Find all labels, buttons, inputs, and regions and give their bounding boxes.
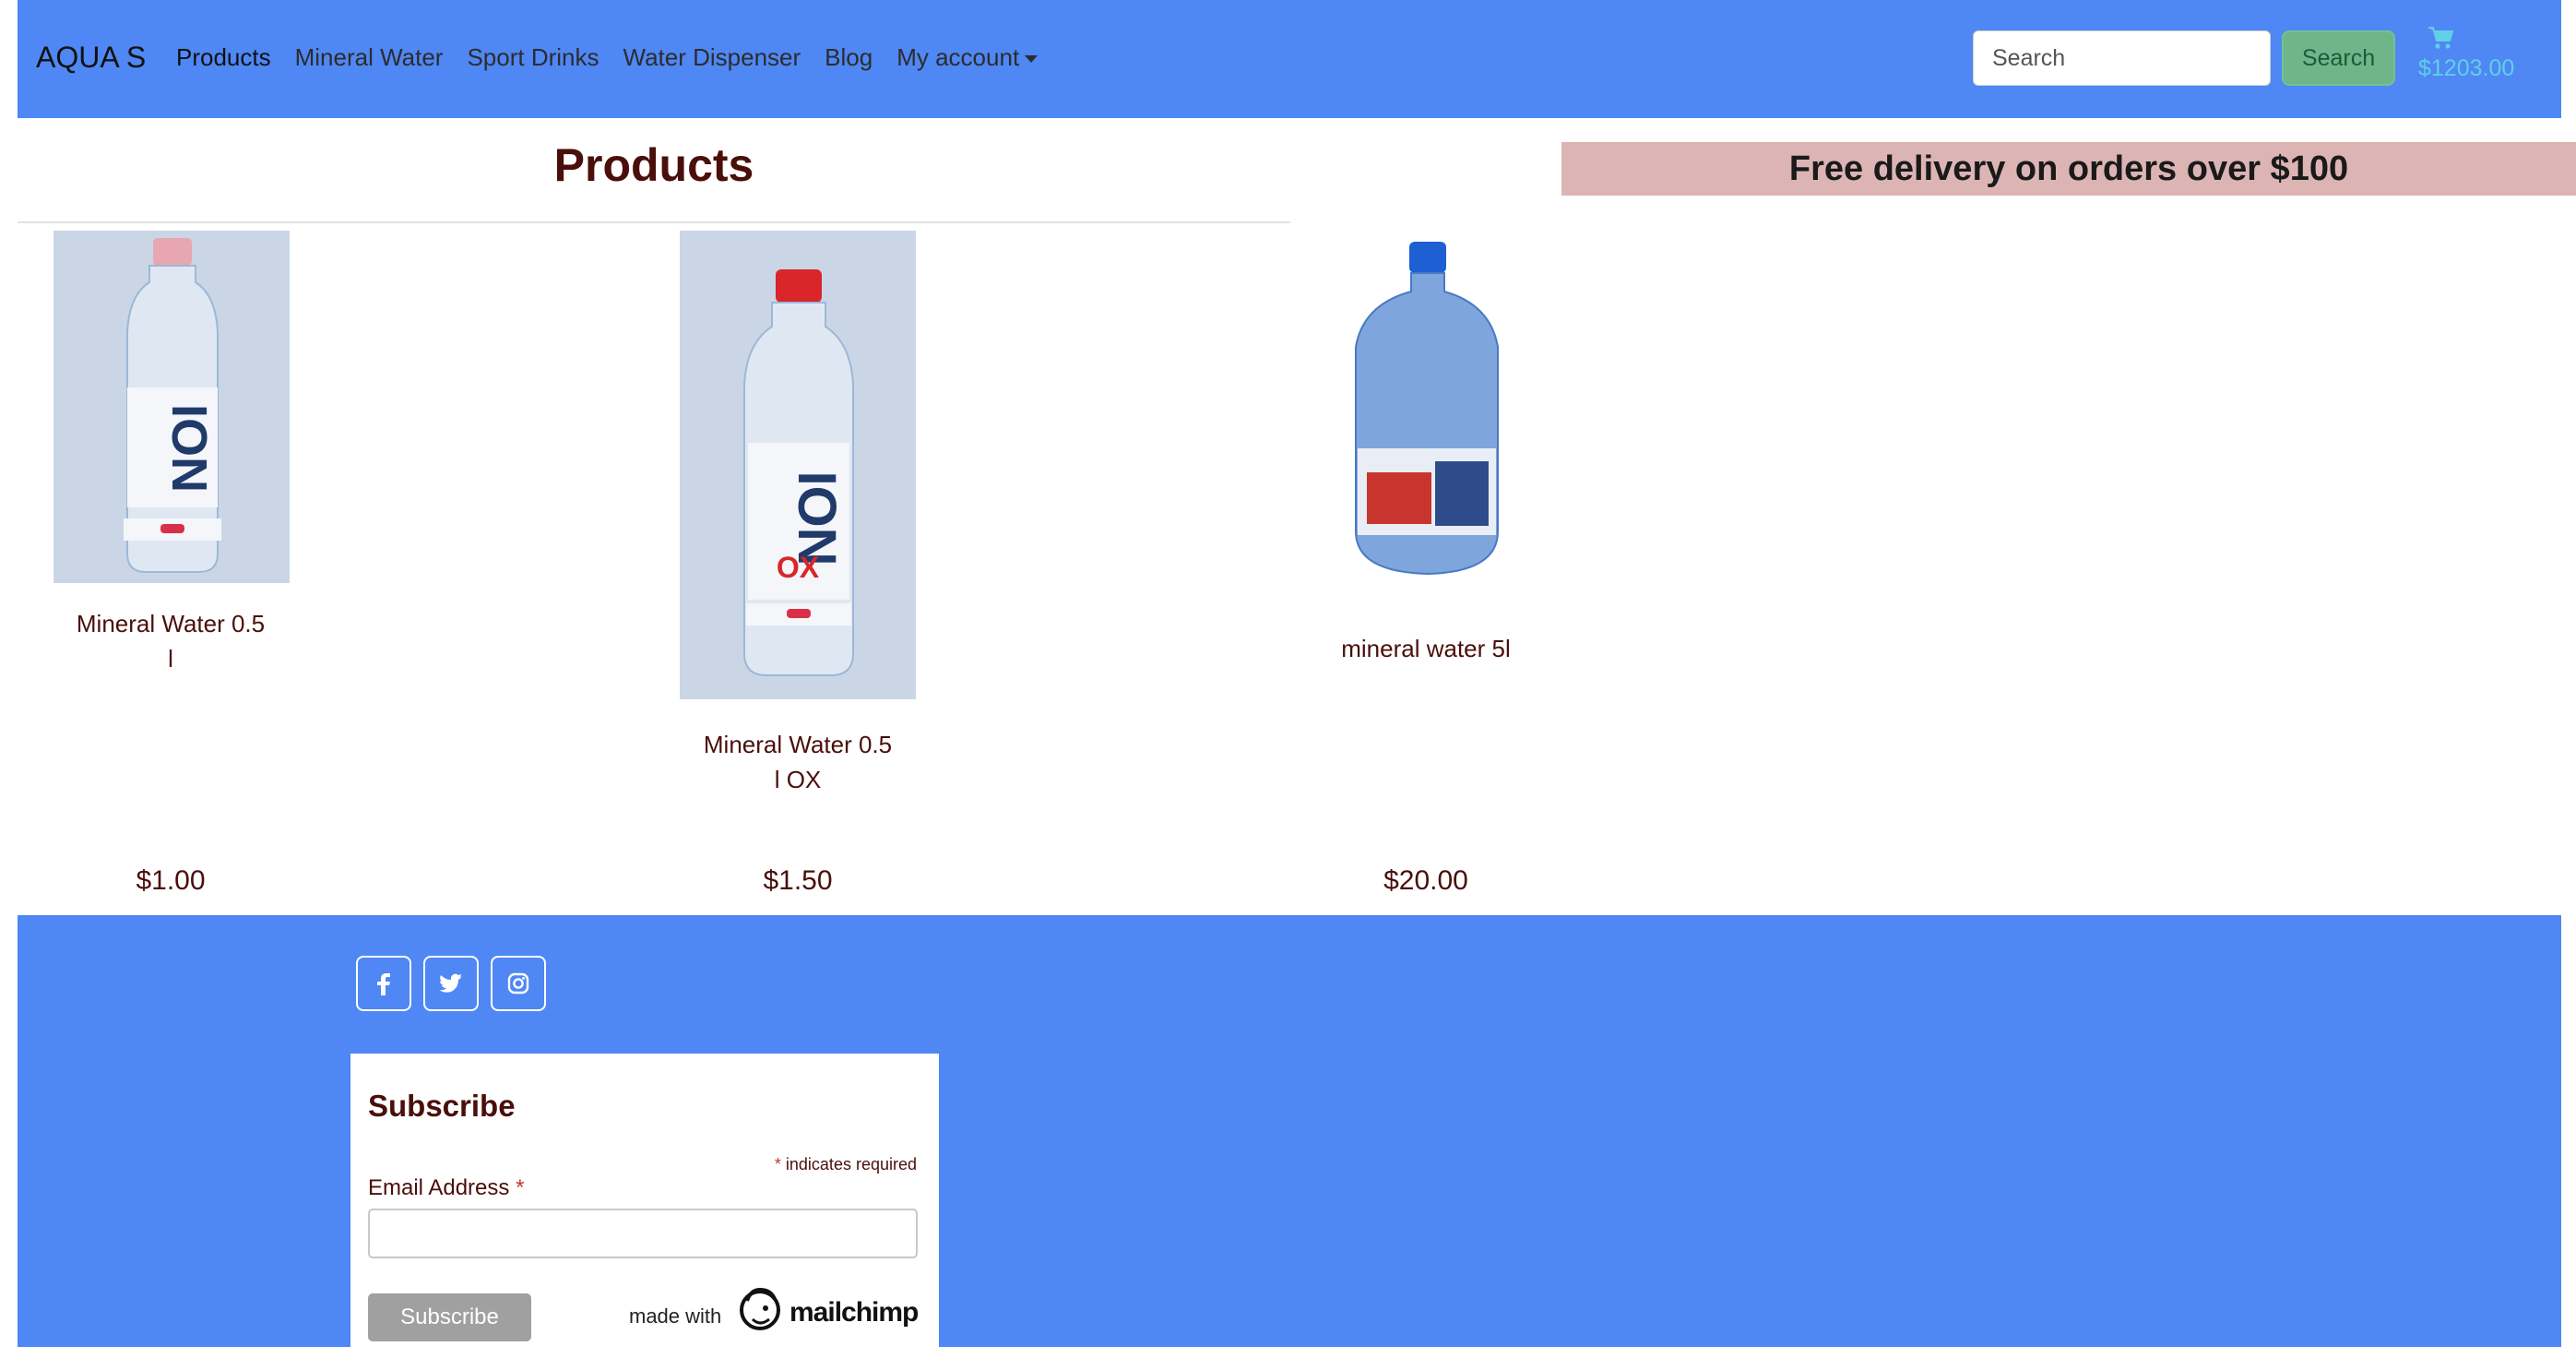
product-name[interactable]: mineral water 5l <box>1291 631 1561 666</box>
right-margin <box>2561 0 2576 1347</box>
required-note: * indicates required <box>775 1155 917 1174</box>
twitter-icon <box>439 973 462 993</box>
nav-link-my-account[interactable]: My account <box>896 43 1039 72</box>
footer: Subscribe * indicates required Email Add… <box>18 915 2561 1358</box>
facebook-button[interactable] <box>356 956 411 1011</box>
promo-banner: Free delivery on orders over $100 <box>1561 142 2576 196</box>
subscribe-title: Subscribe <box>368 1089 516 1123</box>
email-label: Email Address * <box>368 1175 524 1201</box>
twitter-button[interactable] <box>423 956 479 1011</box>
shopping-cart-icon <box>2428 27 2453 49</box>
search-input[interactable] <box>1973 30 2271 86</box>
my-account-label: My account <box>896 43 1020 71</box>
dropdown-caret-icon <box>1025 55 1039 64</box>
page: AQUA S Products Mineral Water Sport Drin… <box>0 0 2576 1358</box>
nav-link-mineral-water[interactable]: Mineral Water <box>295 43 444 72</box>
product-price: $20.00 <box>1383 865 1468 896</box>
email-field[interactable] <box>368 1209 918 1258</box>
instagram-button[interactable] <box>491 956 546 1011</box>
title-divider <box>18 221 1290 223</box>
product-name[interactable]: Mineral Water 0.5 l OX <box>700 727 896 797</box>
mailchimp-wordmark[interactable]: mailchimp <box>789 1297 919 1328</box>
search-button[interactable]: Search <box>2282 30 2395 86</box>
nav-link-sport-drinks[interactable]: Sport Drinks <box>467 43 599 72</box>
product-name[interactable]: Mineral Water 0.5 l <box>73 606 268 676</box>
brand-logo[interactable]: AQUA S <box>36 41 146 75</box>
svg-text:OX: OX <box>777 551 820 584</box>
left-margin <box>0 0 18 1347</box>
mailchimp-logo-icon[interactable] <box>736 1284 784 1332</box>
subscribe-form: Subscribe * indicates required Email Add… <box>350 1054 939 1358</box>
page-title: Products <box>553 139 754 191</box>
nav-links: Products Mineral Water Sport Drinks Wate… <box>176 43 1062 72</box>
product-price: $1.00 <box>136 865 206 896</box>
nav-link-water-dispenser[interactable]: Water Dispenser <box>623 43 801 72</box>
required-asterisk: * <box>774 1155 781 1173</box>
required-note-text: indicates required <box>785 1155 917 1173</box>
facebook-icon <box>377 973 390 995</box>
navbar: AQUA S Products Mineral Water Sport Drin… <box>18 0 2561 118</box>
product-image[interactable] <box>1330 231 1524 587</box>
nav-link-products[interactable]: Products <box>176 43 271 72</box>
email-required-asterisk: * <box>516 1175 525 1200</box>
product-price: $1.50 <box>763 865 833 896</box>
cart-total: $1203.00 <box>2418 55 2515 81</box>
cart[interactable]: $1203.00 <box>2418 26 2514 82</box>
email-label-text: Email Address <box>368 1175 510 1200</box>
product-image[interactable]: ION <box>53 231 290 583</box>
subscribe-button[interactable]: Subscribe <box>368 1293 531 1341</box>
made-with-label: made with <box>629 1304 722 1328</box>
instagram-icon <box>507 972 529 995</box>
product-image[interactable]: ION OX <box>680 231 916 699</box>
svg-text:ION: ION <box>161 404 217 493</box>
social-links <box>356 956 546 1011</box>
nav-link-blog[interactable]: Blog <box>825 43 873 72</box>
